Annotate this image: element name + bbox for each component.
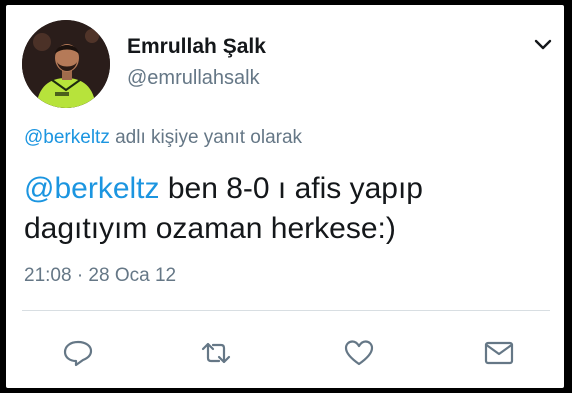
tweet-card: Emrullah Şalk @emrullahsalk @berkeltz ad… — [6, 5, 564, 388]
chevron-down-icon[interactable] — [533, 37, 553, 53]
tweet-mention-link[interactable]: @berkeltz — [24, 172, 160, 205]
retweet-icon[interactable] — [200, 338, 232, 368]
author-display-name[interactable]: Emrullah Şalk — [127, 35, 266, 59]
envelope-icon[interactable] — [483, 338, 515, 368]
avatar-photo — [22, 20, 110, 108]
heart-icon[interactable] — [343, 338, 375, 368]
author-handle[interactable]: @emrullahsalk — [127, 67, 260, 90]
tweet-text: @berkeltz ben 8-0 ı afis yapıp dagıtıyım… — [24, 169, 554, 249]
tweet-timestamp[interactable]: 21:08 · 28 Oca 12 — [24, 265, 176, 287]
reply-icon[interactable] — [62, 338, 94, 368]
avatar[interactable] — [22, 20, 110, 108]
reply-context: @berkeltz adlı kişiye yanıt olarak — [24, 127, 302, 149]
reply-mention-link[interactable]: @berkeltz — [24, 127, 110, 148]
divider — [22, 310, 550, 311]
reply-context-text: adlı kişiye yanıt olarak — [109, 127, 303, 148]
